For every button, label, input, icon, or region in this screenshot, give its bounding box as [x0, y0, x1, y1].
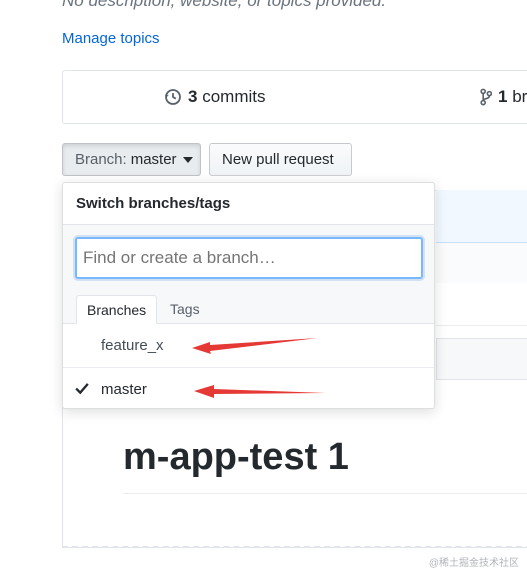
branches-link[interactable]: 1 br [480, 87, 527, 107]
branch-prefix: Branch: [75, 151, 127, 168]
new-pull-request-button[interactable]: New pull request [209, 143, 352, 176]
branch-item-master[interactable]: master [63, 368, 434, 412]
box-bottom-edge [62, 546, 527, 548]
branch-select-button[interactable]: Branch: master [62, 143, 201, 176]
commits-link[interactable]: 3 commits [164, 87, 265, 107]
watermark: @稀土掘金技术社区 [428, 558, 519, 569]
numbers-summary: 3 commits 1 br [62, 70, 527, 124]
commit-tease-bar [436, 190, 527, 243]
commits-label: commits [202, 87, 266, 106]
repo-description: No description, website, or topics provi… [62, 0, 387, 10]
caret-down-icon [182, 156, 193, 163]
menu-tabs: Branches Tags [63, 289, 434, 324]
branch-select-menu: Switch branches/tags Branches Tags featu… [62, 182, 435, 409]
menu-title: Switch branches/tags [63, 183, 434, 225]
branch-icon [480, 88, 492, 106]
branches-count: 1 [498, 87, 508, 106]
file-row [436, 283, 527, 326]
readme-header-bar [436, 338, 527, 380]
branch-item-label: feature_x [101, 337, 164, 354]
menu-filter [63, 225, 434, 289]
manage-topics-link[interactable]: Manage topics [62, 30, 160, 47]
file-row [436, 243, 527, 284]
history-icon [164, 89, 181, 105]
branch-item-feature-x[interactable]: feature_x [63, 324, 434, 368]
tab-tags[interactable]: Tags [160, 295, 210, 323]
commits-count: 3 [188, 87, 198, 106]
branch-filter-input[interactable] [75, 237, 423, 279]
readme-title: m-app-test 1 [123, 436, 349, 478]
branches-label: br [512, 87, 527, 106]
title-divider [123, 493, 527, 494]
check-icon [75, 383, 89, 395]
branch-item-label: master [101, 381, 147, 398]
tab-branches[interactable]: Branches [76, 295, 158, 324]
current-branch-name: master [130, 151, 177, 168]
